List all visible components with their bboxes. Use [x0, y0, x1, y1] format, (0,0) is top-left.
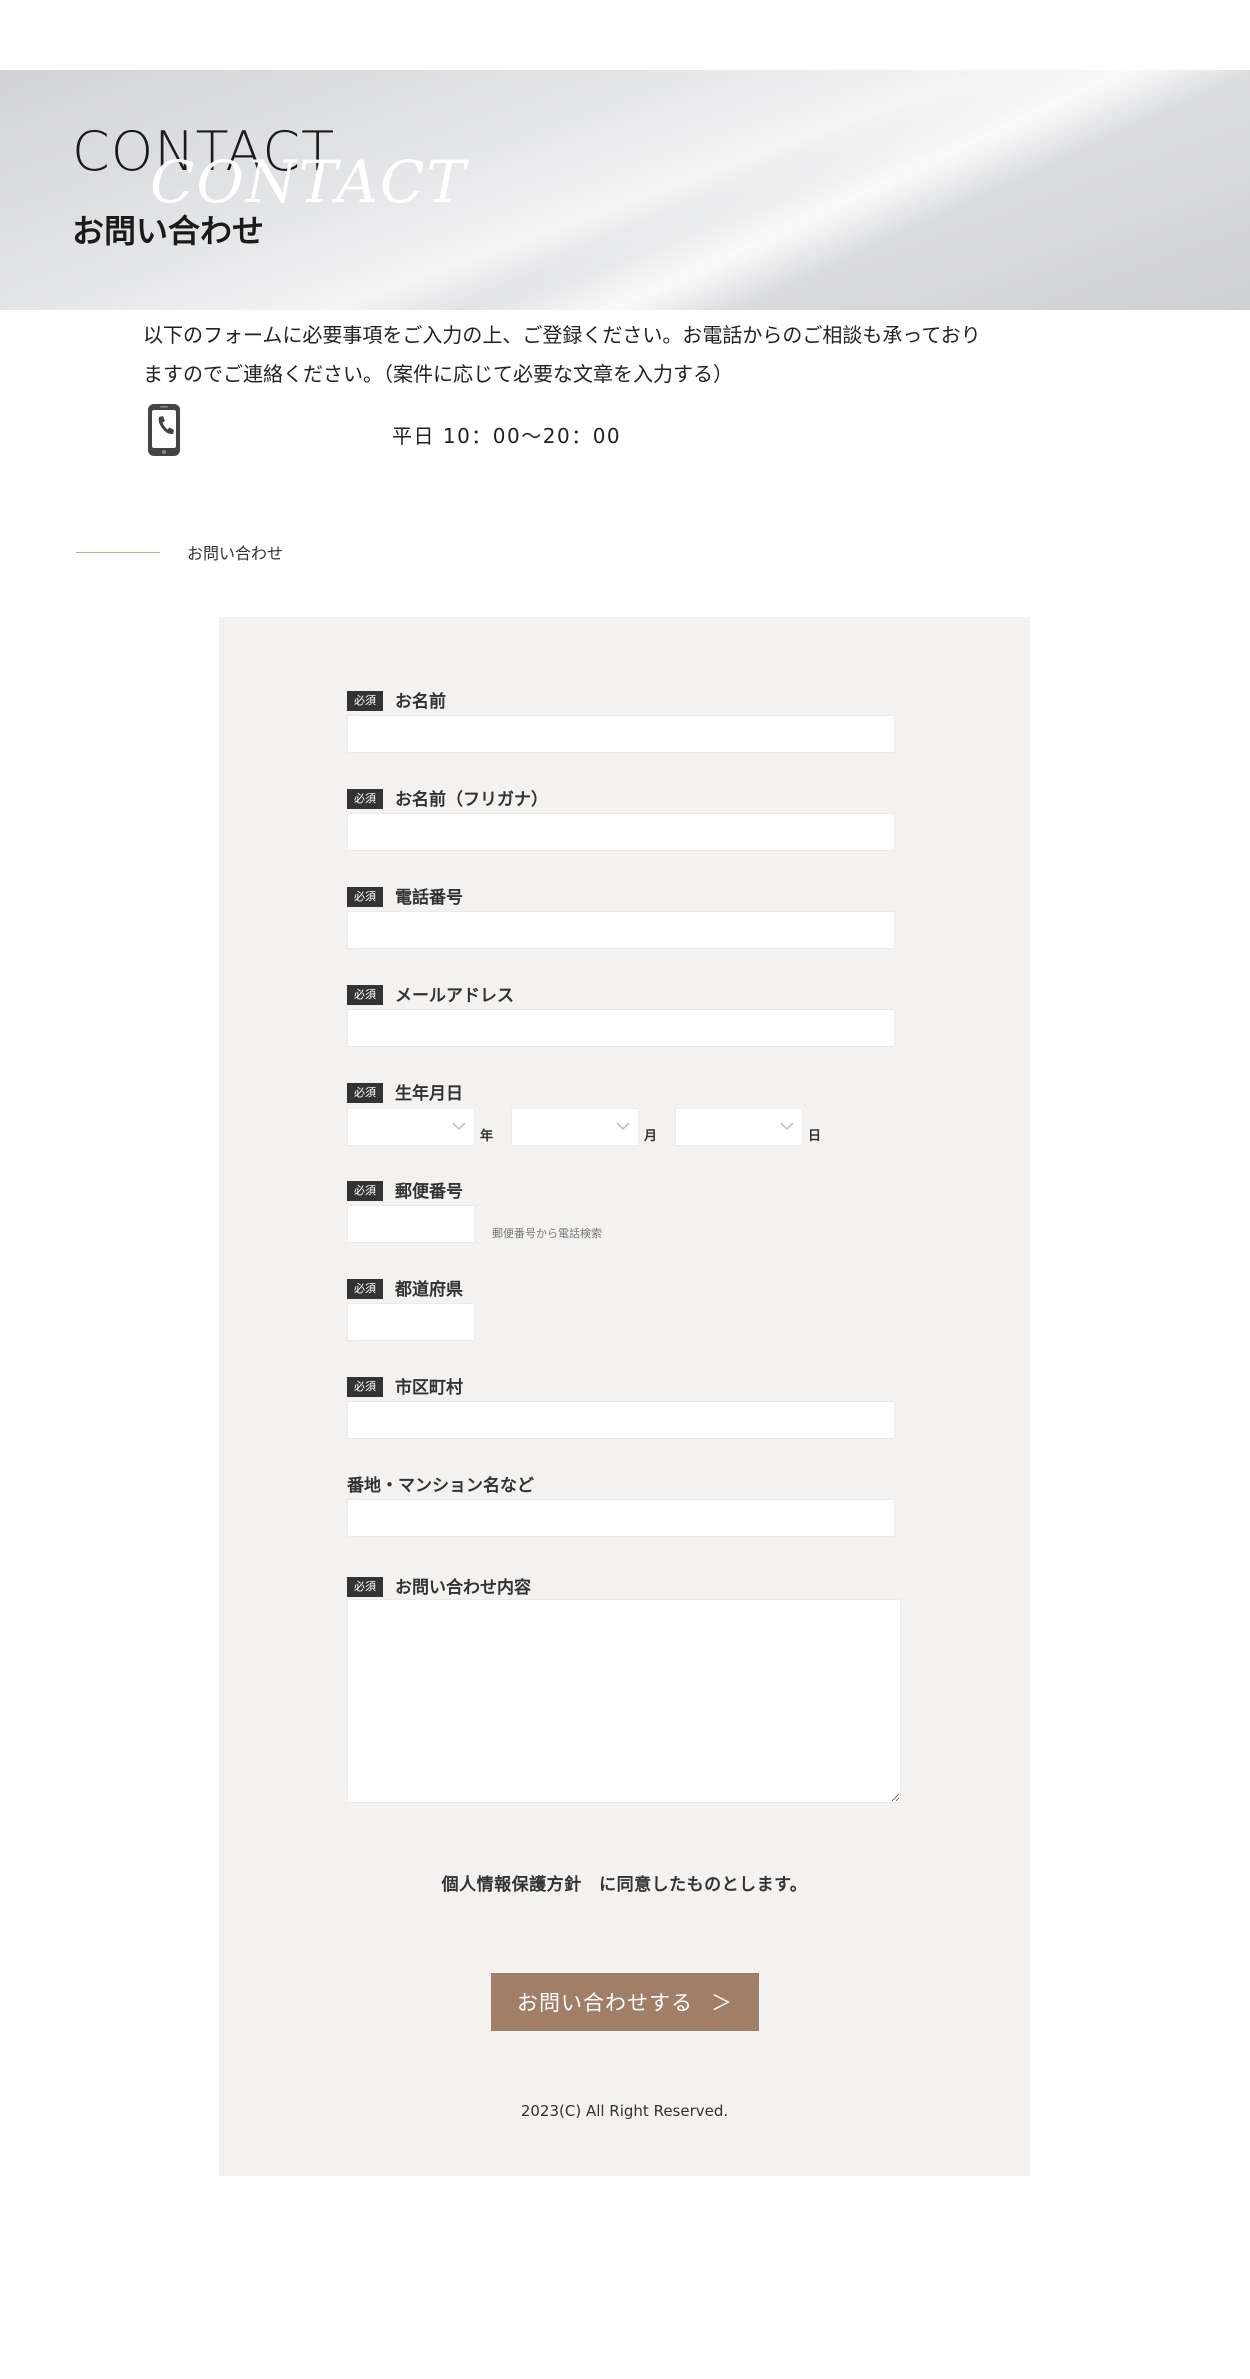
- field-label: お名前: [395, 692, 446, 712]
- postal-search-hint[interactable]: 郵便番号から電話検索: [492, 1225, 602, 1241]
- field-postal: 必須 郵便番号 郵便番号から電話検索: [347, 1177, 907, 1247]
- required-badge: 必須: [347, 1577, 383, 1597]
- required-badge: 必須: [347, 985, 383, 1005]
- contact-form: 必須 お名前 必須 お名前（フリガナ） 必須 電話番号 必須 メールアドレス 必…: [219, 617, 1030, 2176]
- furigana-input[interactable]: [347, 813, 895, 851]
- day-select[interactable]: [675, 1108, 803, 1146]
- required-badge: 必須: [347, 691, 383, 711]
- field-label: 郵便番号: [395, 1182, 463, 1202]
- month-unit: 月: [644, 1129, 658, 1144]
- chevron-down-icon: [616, 1122, 630, 1131]
- field-label: 市区町村: [395, 1378, 463, 1398]
- required-badge: 必須: [347, 1377, 383, 1397]
- hero-subtitle: お問い合わせ: [72, 212, 265, 250]
- field-label: 都道府県: [395, 1280, 463, 1300]
- required-badge: 必須: [347, 1181, 383, 1201]
- day-unit: 日: [808, 1129, 822, 1144]
- chevron-down-icon: [780, 1122, 794, 1131]
- inquiry-textarea[interactable]: [347, 1599, 901, 1803]
- name-input[interactable]: [347, 715, 895, 753]
- required-badge: 必須: [347, 1279, 383, 1299]
- postal-input[interactable]: [347, 1205, 475, 1243]
- business-hours: 平日 10：00〜20：00: [392, 424, 622, 448]
- year-unit: 年: [480, 1129, 494, 1144]
- chevron-right-icon: ＞: [711, 1991, 733, 2015]
- field-birthdate: 必須 生年月日 年 月 日: [347, 1079, 907, 1159]
- city-input[interactable]: [347, 1401, 895, 1439]
- section-divider: [76, 552, 160, 553]
- required-badge: 必須: [347, 789, 383, 809]
- privacy-consent[interactable]: 個人情報保護方針 に同意したものとします。: [219, 1870, 1030, 1895]
- field-label: お名前（フリガナ）: [395, 790, 548, 810]
- smartphone-icon: [148, 404, 180, 456]
- prefecture-input[interactable]: [347, 1303, 475, 1341]
- hero-banner: CONTACT CONTACT お問い合わせ: [0, 70, 1250, 310]
- email-input[interactable]: [347, 1009, 895, 1047]
- field-label: お問い合わせ内容: [395, 1578, 531, 1598]
- intro-text: 以下のフォームに必要事項をご入力の上、ご登録ください。お電話からのご相談も承って…: [143, 323, 981, 386]
- year-select[interactable]: [347, 1108, 475, 1146]
- chevron-down-icon: [452, 1122, 466, 1131]
- hero-shine: [420, 70, 1250, 310]
- submit-label: お問い合わせする: [517, 1991, 693, 2015]
- field-label: 番地・マンション名など: [347, 1476, 534, 1496]
- field-label: メールアドレス: [395, 986, 514, 1006]
- required-badge: 必須: [347, 1083, 383, 1103]
- field-label: 生年月日: [395, 1084, 463, 1104]
- copyright: 2023(C) All Right Reserved.: [520, 2102, 729, 2120]
- phone-input[interactable]: [347, 911, 895, 949]
- required-badge: 必須: [347, 887, 383, 907]
- field-label: 電話番号: [395, 888, 463, 908]
- submit-button[interactable]: お問い合わせする ＞: [491, 1973, 759, 2031]
- month-select[interactable]: [511, 1108, 639, 1146]
- address-input[interactable]: [347, 1499, 895, 1537]
- section-label: お問い合わせ: [187, 544, 284, 563]
